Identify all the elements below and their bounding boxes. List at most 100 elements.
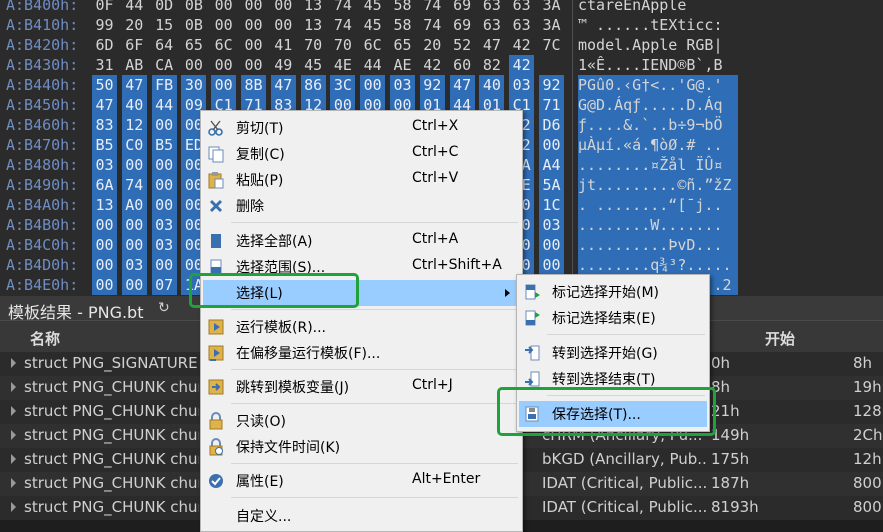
hex-byte[interactable]: 03 <box>92 155 117 175</box>
hex-byte[interactable]: 6A <box>92 175 117 195</box>
menu-item-keep-file-time[interactable]: 保持文件时间(K) <box>203 434 520 460</box>
expand-arrow-icon[interactable] <box>11 406 16 416</box>
hex-byte[interactable]: 44 <box>122 0 147 15</box>
hex-byte[interactable]: 47 <box>92 95 117 115</box>
hex-byte[interactable]: 6F <box>122 35 147 55</box>
hex-byte[interactable]: 6C <box>211 35 236 55</box>
hex-byte[interactable]: 52 <box>450 35 475 55</box>
submenu-item-mark-end[interactable]: 标记选择结束(E) <box>519 305 707 331</box>
ascii-text[interactable]: jt.........©ñ.”žZ <box>578 175 738 195</box>
expand-arrow-icon[interactable] <box>11 382 16 392</box>
hex-byte[interactable]: B5 <box>151 135 177 155</box>
menu-item-read-only[interactable]: 只读(O) <box>203 408 520 434</box>
hex-byte[interactable]: 69 <box>450 0 475 15</box>
hex-byte[interactable]: 41 <box>271 35 296 55</box>
hex-byte[interactable]: 00 <box>241 0 266 15</box>
ascii-text[interactable]: ........¤Žål ÏÛ¤ <box>578 155 738 175</box>
menu-item-goto-template-var[interactable]: 跳转到模板变量(J) Ctrl+J <box>203 374 520 400</box>
hex-byte[interactable]: 58 <box>390 15 415 35</box>
ascii-text[interactable]: model.Apple RGB| <box>578 35 738 55</box>
hex-byte[interactable]: AB <box>122 55 147 75</box>
hex-byte[interactable]: 45 <box>301 55 326 75</box>
hex-byte[interactable]: 92 <box>419 75 445 95</box>
expand-arrow-icon[interactable] <box>11 478 16 488</box>
hex-byte[interactable]: 47 <box>121 75 147 95</box>
hex-byte[interactable]: 03 <box>539 215 564 235</box>
ascii-text[interactable]: ..........ÞvD... <box>578 235 738 255</box>
ascii-text[interactable]: ........W....... <box>578 215 738 235</box>
hex-byte[interactable]: 74 <box>330 15 355 35</box>
hex-byte[interactable]: 00 <box>151 195 177 215</box>
hex-byte[interactable]: 50 <box>92 75 117 95</box>
hex-byte[interactable]: 74 <box>330 0 355 15</box>
submenu-item-mark-start[interactable]: 标记选择开始(M) <box>519 279 707 305</box>
column-header-start[interactable]: 开始 <box>765 328 795 349</box>
menu-item-delete[interactable]: 删除 <box>203 193 520 219</box>
hex-byte[interactable]: 00 <box>211 15 236 35</box>
expand-arrow-icon[interactable] <box>11 358 16 368</box>
hex-byte[interactable]: 65 <box>181 35 206 55</box>
hex-byte[interactable]: 42 <box>509 35 534 55</box>
hex-byte[interactable]: 74 <box>420 15 445 35</box>
menu-item-run-template-offset[interactable]: 在偏移量运行模板(F)... <box>203 340 520 366</box>
hex-byte[interactable]: 40 <box>121 95 147 115</box>
hex-row[interactable]: A:B440h: 50 47 FB 30 00 8B 47 86 3C 00 03 92 47 40 03 92… <box>0 75 883 95</box>
expand-arrow-icon[interactable] <box>11 502 16 512</box>
hex-byte[interactable]: 92 <box>539 75 564 95</box>
hex-byte[interactable]: 07 <box>151 275 177 295</box>
hex-byte[interactable]: 00 <box>539 135 564 155</box>
menu-item-paste[interactable]: 粘贴(P) Ctrl+V <box>203 167 520 193</box>
hex-byte[interactable]: 00 <box>92 255 117 275</box>
hex-byte[interactable]: 00 <box>360 75 386 95</box>
hex-byte[interactable]: 00 <box>151 155 177 175</box>
hex-byte[interactable]: 00 <box>151 255 177 275</box>
hex-byte[interactable]: 00 <box>121 235 147 255</box>
submenu-item-goto-start[interactable]: 转到选择开始(G) <box>519 340 707 366</box>
menu-item-cut[interactable]: 剪切(T) Ctrl+X <box>203 115 520 141</box>
hex-byte[interactable]: 00 <box>211 0 236 15</box>
hex-byte[interactable]: 47 <box>270 75 296 95</box>
hex-byte[interactable]: 60 <box>450 55 475 75</box>
hex-byte[interactable]: C0 <box>121 135 147 155</box>
hex-byte[interactable]: 20 <box>420 35 445 55</box>
hex-byte[interactable]: 4E <box>330 55 355 75</box>
hex-row[interactable]: A:B400h: 0F 44 0D 0B 00 00 00 13 74 45 58 74 69 63 63 3A… <box>0 0 883 15</box>
menu-item-customize[interactable]: 自定义... <box>203 503 520 529</box>
expand-arrow-icon[interactable] <box>11 430 16 440</box>
hex-byte[interactable]: 64 <box>152 35 177 55</box>
hex-row[interactable]: A:B410h: 99 20 15 0B 00 00 00 13 74 45 58 74 69 63 63 3A… <box>0 15 883 35</box>
hex-byte[interactable]: 00 <box>271 15 296 35</box>
ascii-text[interactable]: ™ ......tEXticc: <box>578 15 738 35</box>
hex-byte[interactable]: 3C <box>330 75 356 95</box>
hex-byte[interactable]: 3A <box>539 15 564 35</box>
hex-byte[interactable]: 86 <box>300 75 326 95</box>
hex-byte[interactable]: 00 <box>241 55 266 75</box>
hex-byte[interactable]: 1C <box>539 195 564 215</box>
hex-byte[interactable]: 3A <box>539 0 564 15</box>
hex-byte[interactable]: 30 <box>181 75 207 95</box>
hex-byte[interactable]: 42 <box>420 55 445 75</box>
hex-byte[interactable]: 03 <box>121 255 147 275</box>
ascii-text[interactable]: ........q¾³?..... <box>578 255 738 275</box>
hex-byte[interactable]: 6D <box>92 35 117 55</box>
hex-byte[interactable]: 65 <box>390 35 415 55</box>
ascii-text[interactable]: . ........“[¯j.. <box>578 195 738 215</box>
hex-byte[interactable]: 00 <box>92 215 117 235</box>
hex-byte[interactable]: 00 <box>539 235 564 255</box>
menu-item-properties[interactable]: 属性(E) Alt+Enter <box>203 468 520 494</box>
ascii-text[interactable]: PGû0.‹G†<..'G@.' <box>578 75 738 95</box>
hex-byte[interactable]: D6 <box>539 115 564 135</box>
hex-byte[interactable]: 63 <box>479 15 504 35</box>
hex-byte[interactable]: 12 <box>121 115 147 135</box>
hex-byte[interactable]: 74 <box>121 175 147 195</box>
hex-byte[interactable]: 83 <box>92 115 117 135</box>
hex-byte[interactable]: B5 <box>92 135 117 155</box>
hex-byte[interactable]: 58 <box>390 0 415 15</box>
hex-byte[interactable]: A0 <box>121 195 147 215</box>
hex-byte[interactable]: 03 <box>151 235 177 255</box>
hex-byte[interactable]: 44 <box>360 55 385 75</box>
hex-byte[interactable]: 7C <box>539 35 564 55</box>
ascii-text[interactable]: G@D.Áqƒ.....D.Áq <box>578 95 738 115</box>
hex-byte[interactable]: 44 <box>151 95 177 115</box>
menu-item-select-all[interactable]: 选择全部(A) Ctrl+A <box>203 228 520 254</box>
